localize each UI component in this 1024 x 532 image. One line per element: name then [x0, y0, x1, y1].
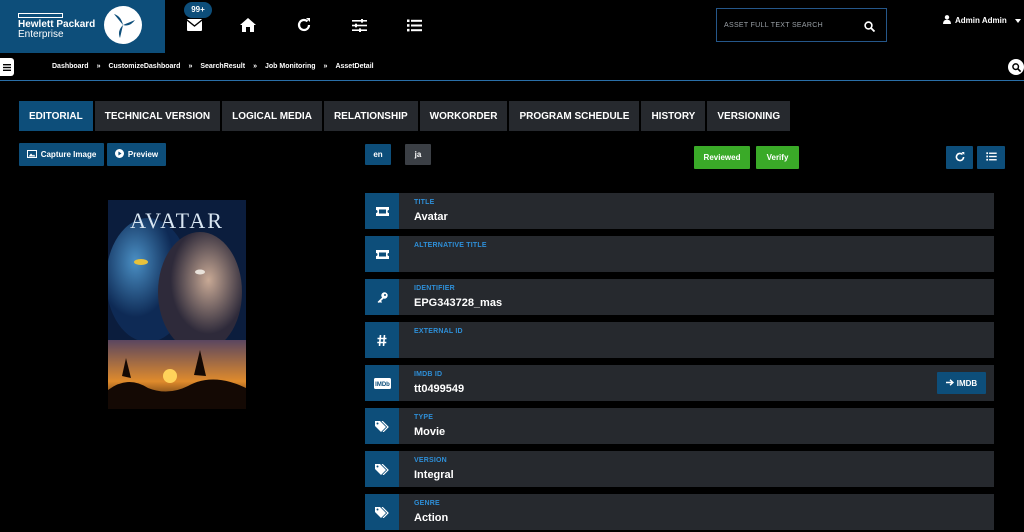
field-label: TITLE [414, 199, 435, 206]
reviewed-button[interactable]: Reviewed [694, 146, 750, 169]
tab-program-schedule[interactable]: PROGRAM SCHEDULE [509, 101, 640, 131]
field-value: Integral [414, 469, 454, 481]
field-value: tt0499549 [414, 383, 465, 395]
ticket-icon [365, 236, 399, 272]
breadcrumb-asset-detail[interactable]: AssetDetail [335, 63, 373, 70]
field-title[interactable]: TITLE Avatar [365, 193, 994, 229]
user-name: Admin Admin [955, 16, 1007, 25]
field-value: Movie [414, 426, 446, 438]
tab-logical-media[interactable]: LOGICAL MEDIA [222, 101, 322, 131]
asset-search-input[interactable] [724, 18, 862, 32]
field-external-id[interactable]: EXTERNAL ID [365, 322, 994, 358]
hash-icon [365, 322, 399, 358]
arrow-right-icon [945, 378, 954, 388]
search-icon[interactable] [1008, 59, 1024, 75]
product-logo-icon [104, 6, 142, 44]
tags-icon [365, 451, 399, 487]
field-imdb-id[interactable]: IMDb IMDB ID tt0499549 IMDB [365, 365, 994, 401]
chevron-down-icon [1014, 16, 1021, 25]
open-imdb-button[interactable]: IMDB [937, 372, 986, 394]
field-label: EXTERNAL ID [414, 328, 463, 335]
envelope-icon[interactable] [184, 15, 204, 35]
field-genre[interactable]: GENRE Action [365, 494, 994, 530]
breadcrumb-job-monitoring[interactable]: Job Monitoring [265, 63, 316, 70]
list-icon[interactable] [404, 15, 424, 35]
field-label: GENRE [414, 500, 440, 507]
home-icon[interactable] [238, 15, 258, 35]
menu-toggle-icon[interactable] [0, 58, 14, 76]
field-value: Avatar [414, 211, 448, 223]
asset-tabs: EDITORIAL TECHNICAL VERSION LOGICAL MEDI… [19, 101, 791, 131]
imdb-icon: IMDb [365, 365, 399, 401]
image-icon [26, 149, 37, 160]
verify-button[interactable]: Verify [756, 146, 799, 169]
refresh-icon [955, 151, 965, 164]
sliders-icon[interactable] [349, 15, 369, 35]
field-label: IDENTIFIER [414, 285, 455, 292]
play-circle-icon [114, 149, 124, 160]
field-label: TYPE [414, 414, 434, 421]
language-ja-button[interactable]: ja [405, 144, 431, 165]
language-en-button[interactable]: en [365, 144, 391, 165]
svg-text:IMDb: IMDb [375, 382, 390, 388]
field-version[interactable]: VERSION Integral [365, 451, 994, 487]
reload-button[interactable] [946, 146, 973, 169]
breadcrumb: Dashboard » CustomizeDashboard » SearchR… [52, 63, 374, 70]
refresh-icon[interactable] [294, 15, 314, 35]
poster-title-text: AVATAR [130, 208, 224, 233]
field-label: ALTERNATIVE TITLE [414, 242, 487, 249]
key-icon [365, 279, 399, 315]
field-label: VERSION [414, 457, 447, 464]
notification-badge[interactable]: 99+ [184, 2, 212, 18]
list-icon [985, 152, 997, 163]
breadcrumb-dashboard[interactable]: Dashboard [52, 63, 89, 70]
tab-relationship[interactable]: RELATIONSHIP [323, 101, 418, 131]
tab-versioning[interactable]: VERSIONING [707, 101, 791, 131]
user-menu[interactable]: Admin Admin [943, 15, 1021, 26]
field-value: Action [414, 512, 449, 524]
tab-history[interactable]: HISTORY [641, 101, 706, 131]
tab-editorial[interactable]: EDITORIAL [19, 101, 93, 131]
field-alternative-title[interactable]: ALTERNATIVE TITLE [365, 236, 994, 272]
tab-technical-version[interactable]: TECHNICAL VERSION [94, 101, 221, 131]
breadcrumb-search-result[interactable]: SearchResult [200, 63, 245, 70]
field-label: IMDB ID [414, 371, 443, 378]
capture-image-button[interactable]: Capture Image [19, 143, 104, 166]
top-header: Hewlett Packard Enterprise 99+ ASSET FUL… [0, 0, 1024, 53]
field-identifier[interactable]: IDENTIFIER EPG343728_mas [365, 279, 994, 315]
asset-poster-image: AVATAR [108, 200, 246, 409]
list-view-button[interactable] [977, 146, 1005, 169]
tab-workorder[interactable]: WORKORDER [419, 101, 508, 131]
tags-icon [365, 408, 399, 444]
tags-icon [365, 494, 399, 530]
asset-search-box [716, 8, 887, 42]
hpe-logo[interactable]: Hewlett Packard Enterprise [0, 0, 165, 53]
ticket-icon [365, 193, 399, 229]
user-icon [943, 15, 951, 26]
logo-line2: Enterprise [18, 29, 64, 40]
field-value: EPG343728_mas [414, 297, 503, 309]
preview-button[interactable]: Preview [107, 143, 166, 166]
search-icon[interactable] [864, 19, 876, 37]
hpe-logo-bar [18, 13, 63, 18]
field-type[interactable]: TYPE Movie [365, 408, 994, 444]
breadcrumb-customize-dashboard[interactable]: CustomizeDashboard [108, 63, 180, 70]
